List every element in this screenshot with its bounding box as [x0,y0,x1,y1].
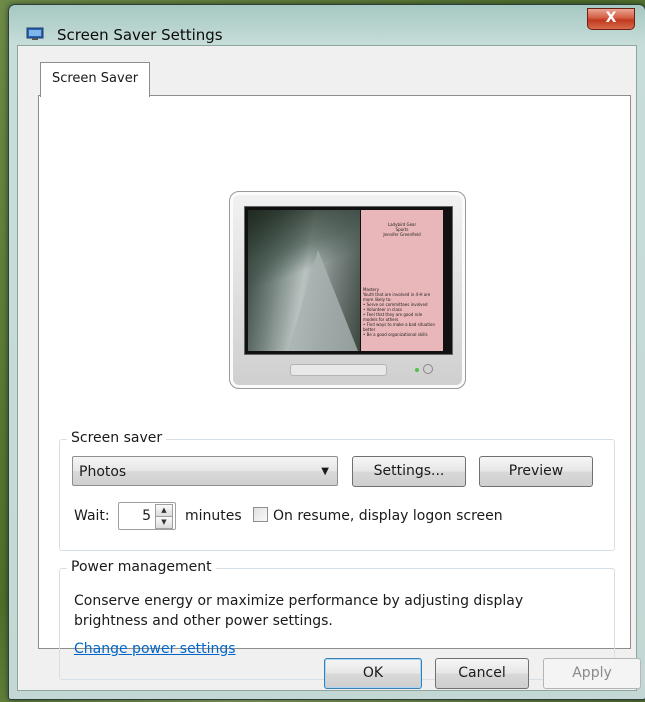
preview-photo-path [288,250,358,351]
screen-saver-group: Screen saver Photos ▼ Settings... Previe… [59,430,615,551]
monitor-icon [26,27,44,40]
logon-screen-label[interactable]: On resume, display logon screen [273,508,503,524]
monitor-base [290,364,387,376]
apply-button[interactable]: Apply [543,658,641,689]
preview-button[interactable]: Preview [479,456,593,487]
dropdown-arrow-icon: ▼ [321,466,329,477]
preview-heading-line: Jennifer Greenfield [383,232,421,237]
cancel-button[interactable]: Cancel [435,658,529,689]
wait-label: Wait: [74,508,110,524]
dialog-body: Screen Saver Ladybird Gear Sports Jennif… [17,45,641,691]
close-button[interactable]: X [587,8,635,30]
monitor-led-icon [415,368,419,372]
screen-saver-select[interactable]: Photos ▼ [72,456,338,486]
settings-button[interactable]: Settings... [352,456,466,487]
screen-saver-selected-value: Photos [79,464,127,480]
logon-screen-checkbox[interactable] [253,507,268,522]
preview-photo [248,210,360,351]
preview-screen: Ladybird Gear Sports Jennifer Greenfield… [244,206,453,355]
window-title: Screen Saver Settings [57,26,223,44]
wait-minutes-value[interactable]: 5 [142,508,151,524]
monitor-power-icon [423,364,433,374]
ok-button[interactable]: OK [324,658,422,689]
preview-body-line: • Be a good organizational skills [363,332,428,337]
minutes-label: minutes [185,508,242,524]
screen-saver-legend: Screen saver [67,430,167,446]
change-power-settings-link[interactable]: Change power settings [74,641,236,657]
preview-monitor: Ladybird Gear Sports Jennifer Greenfield… [229,191,466,389]
screen-saver-settings-dialog: Screen Saver Settings X Screen Saver Lad… [8,4,645,700]
tab-screen-saver[interactable]: Screen Saver [40,62,150,97]
power-management-legend: Power management [67,559,216,575]
spin-down-icon[interactable]: ▼ [155,516,173,529]
close-icon: X [605,10,617,26]
screen-saver-tab-panel: Ladybird Gear Sports Jennifer Greenfield… [38,95,631,680]
preview-text-panel: Ladybird Gear Sports Jennifer Greenfield… [361,210,443,351]
wait-minutes-stepper[interactable]: 5 ▲ ▼ [118,502,176,530]
title-bar[interactable]: Screen Saver Settings X [9,5,645,44]
power-description: Conserve energy or maximize performance … [74,593,524,629]
